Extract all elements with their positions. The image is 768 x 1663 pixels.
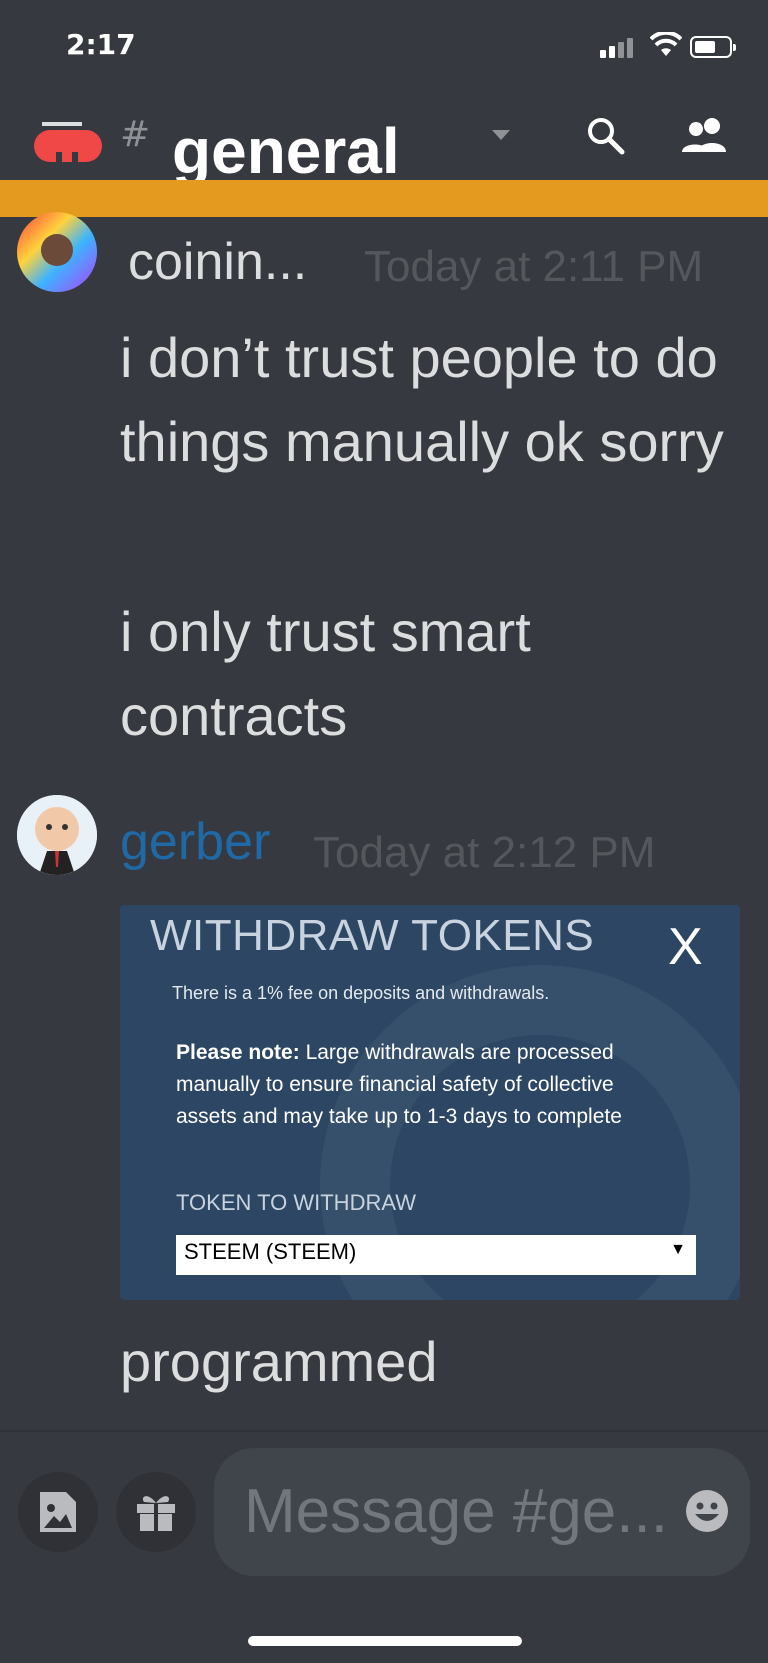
cell-signal-icon [600, 36, 640, 58]
message-input[interactable]: Message #ge... [214, 1448, 750, 1576]
hash-icon: # [120, 114, 151, 155]
avatar[interactable] [17, 212, 97, 292]
chevron-down-icon: ▼ [670, 1241, 686, 1258]
message-author[interactable]: coinin... [128, 232, 307, 292]
message-timestamp: Today at 2:12 PM [313, 828, 656, 877]
notice-banner[interactable] [0, 180, 768, 217]
menu-icon[interactable] [34, 122, 102, 164]
channel-title[interactable]: general [172, 114, 400, 188]
members-icon[interactable] [680, 116, 730, 156]
embed-note-label: Please note: [176, 1041, 300, 1064]
avatar[interactable] [17, 795, 97, 875]
chevron-down-icon[interactable] [492, 130, 510, 140]
image-icon [40, 1492, 76, 1532]
close-icon: X [668, 918, 703, 976]
message-text: i don’t trust people to do things manual… [120, 326, 724, 473]
divider [0, 1430, 768, 1432]
image-upload-button[interactable] [18, 1472, 98, 1552]
message-author[interactable]: gerber [120, 812, 270, 872]
emoji-icon[interactable] [684, 1488, 730, 1534]
embed-note: Please note: Large withdrawals are proce… [176, 1037, 676, 1133]
embed-token-label: TOKEN TO WITHDRAW [176, 1190, 416, 1215]
token-select: STEEM (STEEM) ▼ [176, 1235, 696, 1275]
gift-icon [137, 1496, 175, 1531]
embedded-image[interactable]: WITHDRAW TOKENS X There is a 1% fee on d… [120, 905, 740, 1300]
embed-fee-text: There is a 1% fee on deposits and withdr… [172, 983, 550, 1003]
home-indicator[interactable] [248, 1636, 522, 1646]
status-time: 2:17 [66, 28, 136, 61]
status-bar: 2:17 [0, 0, 768, 100]
channel-header: # general [0, 100, 768, 187]
message-text: programmed [120, 1330, 438, 1393]
message-timestamp: Today at 2:11 PM [364, 242, 704, 291]
message-input-placeholder: Message #ge... [244, 1477, 668, 1546]
token-select-value: STEEM (STEEM) [184, 1239, 357, 1264]
gift-button[interactable] [116, 1472, 196, 1552]
message-text: i only trust smart contracts [120, 600, 531, 747]
search-icon[interactable] [586, 116, 626, 156]
battery-icon [690, 36, 736, 58]
embed-title: WITHDRAW TOKENS [150, 911, 595, 960]
wifi-icon [650, 32, 682, 56]
